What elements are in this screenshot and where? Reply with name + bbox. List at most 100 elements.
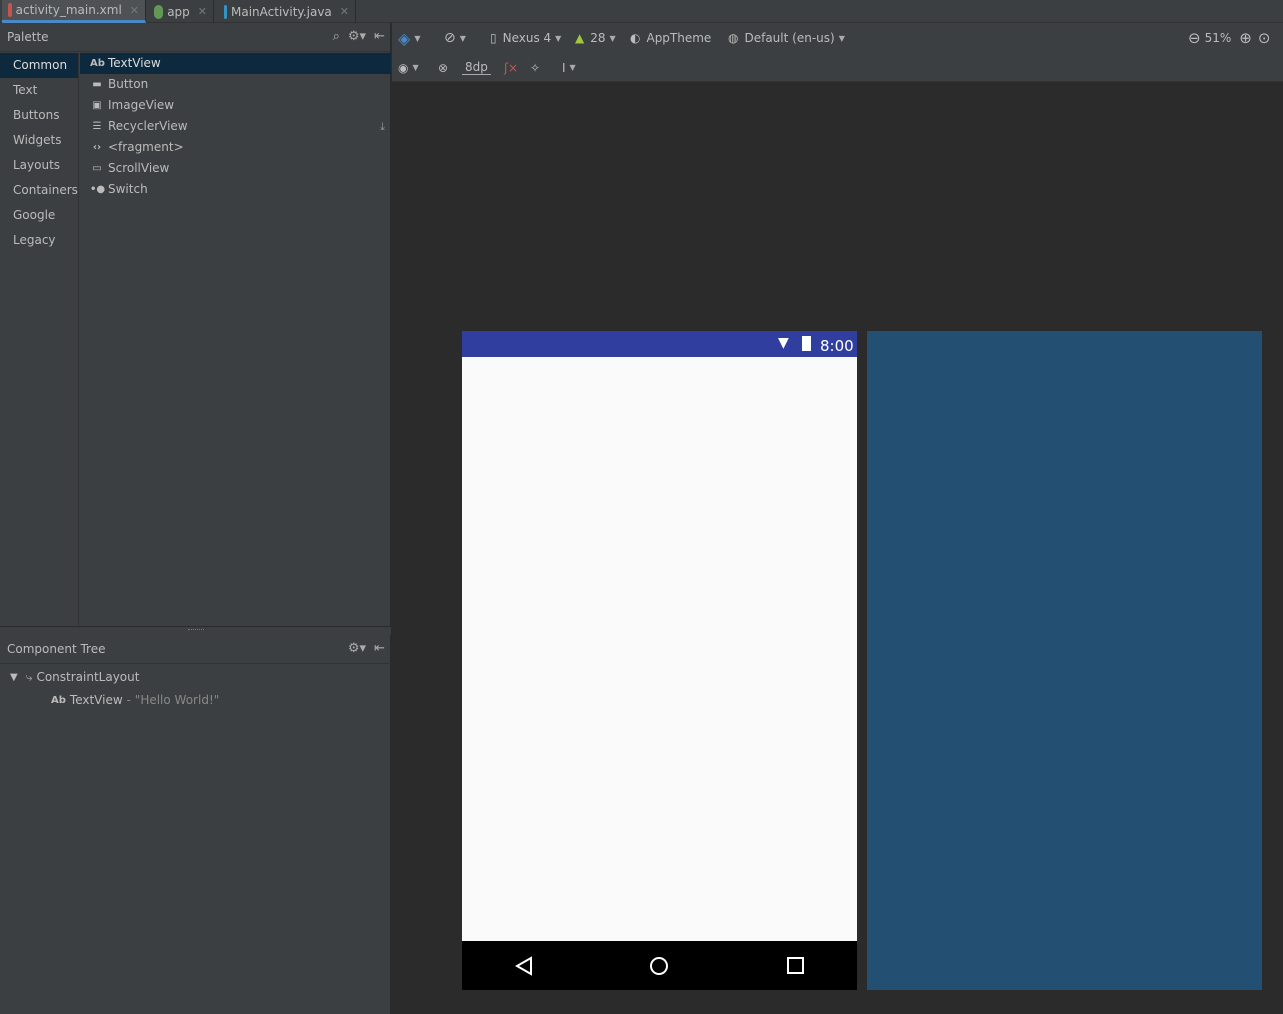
wifi-icon: ▼ (778, 335, 789, 351)
status-bar: ▼ 8:00 (462, 331, 857, 357)
rotate-icon: ⊘ (444, 30, 456, 46)
tab-label: MainActivity.java (231, 4, 332, 19)
api-dropdown[interactable]: ▲ 28 ▼ (575, 23, 616, 53)
category-text[interactable]: Text (0, 78, 78, 103)
search-icon[interactable]: ⌕ (333, 29, 340, 44)
widget-label: ImageView (108, 98, 175, 112)
scrollview-icon: ▭ (92, 163, 102, 174)
button-icon: ▬ (92, 79, 102, 90)
code-brackets-icon: ‹› (92, 142, 102, 153)
category-legacy[interactable]: Legacy (0, 228, 78, 253)
editor-tab-bar: activity_main.xml ✕ app ✕ MainActivity.j… (0, 0, 1283, 23)
default-margin-field[interactable]: 8dp (462, 53, 491, 82)
widget-textview[interactable]: Ab TextView (80, 53, 391, 74)
constraint-layout-icon: ⤷ (25, 669, 33, 684)
download-icon[interactable]: ⤓ (380, 116, 385, 137)
tree-node-label: ConstraintLayout (36, 670, 140, 684)
widget-label: TextView (108, 56, 161, 70)
layers-dropdown[interactable]: ◈ ▼ (398, 23, 420, 53)
margin-value: 8dp (462, 60, 491, 75)
tab-label: activity_main.xml (15, 3, 122, 17)
switch-icon: •● (90, 184, 106, 195)
back-icon (514, 956, 532, 976)
widget-label: Switch (108, 182, 148, 196)
zoom-fit-icon[interactable]: ⊙ (1258, 29, 1271, 47)
left-panel: Palette ⌕ ⚙▾ ⇤ Common Text Buttons Widge… (0, 23, 391, 1014)
close-icon[interactable]: ✕ (340, 5, 349, 18)
orientation-dropdown[interactable]: ⊘ ▼ (444, 23, 466, 53)
zoom-controls: ⊖ 51% ⊕ ⊙ (1188, 23, 1270, 53)
tree-node-textview[interactable]: Ab TextView - "Hello World!" (51, 690, 219, 710)
category-layouts[interactable]: Layouts (0, 153, 78, 178)
gear-icon[interactable]: ⚙▾ (348, 641, 366, 656)
java-class-icon (224, 4, 227, 19)
blueprint-preview[interactable] (867, 331, 1262, 990)
autoconnect-toggle[interactable]: ⊗ (438, 53, 448, 82)
component-tree-header: Component Tree ⚙▾ ⇤ (0, 635, 391, 664)
widget-recyclerview[interactable]: ☰ RecyclerView ⤓ (80, 116, 391, 137)
widget-switch[interactable]: •● Switch (80, 179, 391, 200)
globe-icon: ◍ (728, 31, 739, 45)
textview-icon: Ab (90, 58, 105, 69)
hide-panel-icon[interactable]: ⇤ (374, 641, 385, 656)
zoom-in-icon[interactable]: ⊕ (1239, 29, 1252, 47)
tree-node-text: - "Hello World!" (126, 693, 220, 707)
tab-activity-main-xml[interactable]: activity_main.xml ✕ (2, 0, 146, 23)
hide-panel-icon[interactable]: ⇤ (374, 29, 385, 44)
widget-button[interactable]: ▬ Button (80, 74, 391, 95)
device-preview[interactable]: ▼ 8:00 (462, 331, 857, 990)
category-common[interactable]: Common (0, 53, 78, 78)
tab-app[interactable]: app ✕ (148, 0, 214, 23)
view-options-dropdown[interactable]: ◉ ▼ (398, 53, 419, 82)
layers-icon: ◈ (398, 28, 411, 48)
device-label: Nexus 4 (502, 31, 552, 45)
close-icon[interactable]: ✕ (130, 4, 139, 17)
gear-icon[interactable]: ⚙▾ (348, 29, 366, 44)
tab-mainactivity-java[interactable]: MainActivity.java ✕ (218, 0, 356, 23)
widget-fragment[interactable]: ‹› <fragment> (80, 137, 391, 158)
zoom-out-icon[interactable]: ⊖ (1188, 29, 1201, 47)
constraint-toolbar: ◉ ▼ ⊗ 8dp ʃ× ✧ Ι ▼ (392, 53, 1283, 82)
clear-constraints-icon: ʃ× (504, 60, 519, 75)
widget-label: Button (108, 77, 149, 91)
phone-icon: ▯ (490, 31, 497, 45)
palette-title: Palette (7, 30, 49, 44)
theme-label: AppTheme (646, 31, 712, 45)
tab-label: app (167, 4, 190, 19)
tree-node-constraintlayout[interactable]: ▼ ⤷ ConstraintLayout (10, 667, 139, 687)
tree-node-label: TextView (69, 693, 123, 707)
clear-constraints-button[interactable]: ʃ× (504, 53, 518, 82)
device-dropdown[interactable]: ▯ Nexus 4 ▼ (490, 23, 561, 53)
android-icon: ▲ (575, 31, 585, 45)
category-buttons[interactable]: Buttons (0, 103, 78, 128)
locale-label: Default (en-us) (744, 31, 835, 45)
splitter-grip-icon (188, 629, 204, 631)
recents-icon (787, 957, 804, 974)
magic-wand-icon: ✧ (530, 60, 541, 75)
zoom-level: 51% (1204, 31, 1232, 45)
category-containers[interactable]: Containers (0, 178, 78, 203)
layout-xml-icon (8, 3, 12, 17)
api-label: 28 (590, 31, 606, 45)
panel-splitter[interactable] (0, 626, 391, 634)
palette-widget-list: Ab TextView ▬ Button ▣ ImageView ☰ Recyc… (80, 53, 391, 626)
eye-icon: ◉ (398, 60, 409, 75)
image-icon: ▣ (92, 100, 102, 111)
expand-triangle-icon[interactable]: ▼ (10, 672, 18, 683)
guidelines-dropdown[interactable]: Ι ▼ (562, 53, 576, 82)
category-google[interactable]: Google (0, 203, 78, 228)
theme-button[interactable]: ◐ AppTheme (630, 23, 711, 53)
widget-label: RecyclerView (108, 119, 188, 133)
close-icon[interactable]: ✕ (198, 5, 207, 18)
list-icon: ☰ (92, 121, 102, 132)
battery-icon (802, 336, 811, 351)
widget-scrollview[interactable]: ▭ ScrollView (80, 158, 391, 179)
palette-category-list: Common Text Buttons Widgets Layouts Cont… (0, 53, 79, 626)
widget-imageview[interactable]: ▣ ImageView (80, 95, 391, 116)
gradle-app-icon (154, 4, 164, 19)
category-widgets[interactable]: Widgets (0, 128, 78, 153)
theme-icon: ◐ (630, 31, 641, 45)
infer-constraints-button[interactable]: ✧ (530, 53, 540, 82)
design-toolbar: ◈ ▼ ⊘ ▼ ▯ Nexus 4 ▼ ▲ 28 ▼ ◐ AppTheme ◍ Defa… (392, 23, 1283, 53)
locale-dropdown[interactable]: ◍ Default (en-us) ▼ (728, 23, 845, 53)
